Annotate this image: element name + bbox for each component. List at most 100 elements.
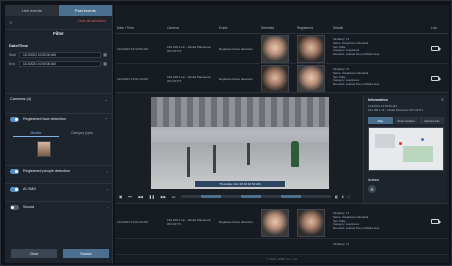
fast-forward-icon[interactable]: ▶▶ xyxy=(161,195,166,199)
col-detected[interactable]: Detected xyxy=(261,26,274,30)
col-camera[interactable]: Camera xyxy=(167,26,179,30)
row-details: Similarity: 71 xyxy=(333,242,350,246)
section-face-detection[interactable]: Registered face detection ⌃ xyxy=(5,113,113,124)
app-window: Live events Past events ✕ Clear all sele… xyxy=(0,0,452,266)
registered-face-thumbnail[interactable] xyxy=(37,141,51,157)
tab-live-events[interactable]: Live events xyxy=(5,5,59,16)
clear-all-link[interactable]: Clear all selections xyxy=(78,19,106,23)
section-label: Cameras (4) xyxy=(10,97,32,101)
section-cameras[interactable]: Cameras (4) ⌄ xyxy=(5,93,113,104)
snapshot-icon[interactable]: ▣ xyxy=(119,195,122,199)
live-camera-icon[interactable] xyxy=(431,46,441,51)
vmd-toggle[interactable] xyxy=(10,186,19,192)
section-label: Sound xyxy=(23,205,34,209)
camera-marker-icon[interactable] xyxy=(399,142,402,145)
chevron-up-icon: ⌃ xyxy=(104,116,108,122)
subtab-monitor[interactable]: Monitor xyxy=(13,129,59,137)
start-datetime-field[interactable]: 11/1/2021 10:00:00 AM xyxy=(19,51,101,58)
tab-camera-info[interactable]: Camera info xyxy=(419,117,445,124)
end-datetime-row: End 11/1/2021 10:00:00 AM ▦ xyxy=(9,60,109,67)
row-details: Similarity: 70 Name: Suspicious Individu… xyxy=(333,67,380,87)
live-camera-icon[interactable] xyxy=(431,76,441,81)
col-event[interactable]: Event xyxy=(219,26,227,30)
fullscreen-icon[interactable]: ⛶ xyxy=(347,195,349,199)
video-scene-post xyxy=(247,143,250,165)
row-details: Similarity: 73 Name: Suspicious Individu… xyxy=(333,37,380,57)
search-button[interactable]: Search xyxy=(63,249,109,258)
face-subtabs: Monitor Category types xyxy=(13,129,105,137)
video-scene-post xyxy=(187,147,190,177)
information-panel: Information ✕ 11/1/2021 10:00:52 AM 192.… xyxy=(363,95,447,203)
tab-past-events[interactable]: Past events xyxy=(58,5,112,16)
collapse-icon[interactable]: ✕ xyxy=(9,20,12,25)
row-event: Registered face detection xyxy=(219,47,254,51)
section-ai-vmd[interactable]: AI VMD › xyxy=(5,183,113,194)
row-details: Similarity: 73 Name: Suspicious Individu… xyxy=(333,211,380,231)
start-datetime-row: Start 11/1/2021 10:00:00 AM ▦ xyxy=(9,51,109,58)
info-details: 11/1/2021 10:00:52 AM 192.168.1.12 – Mod… xyxy=(368,104,424,112)
playback-extra-controls: ◧ ⬇ ⛶ xyxy=(335,193,365,201)
section-people-detection[interactable]: Registered people detection › xyxy=(5,165,113,176)
playback-video[interactable]: Thursday, Nov 18 10:10:52 AM xyxy=(151,97,329,189)
pause-icon[interactable]: ❚❚ xyxy=(149,195,155,199)
detected-face-image[interactable] xyxy=(261,209,289,237)
event-tabs: Live events Past events xyxy=(5,5,112,16)
table-row[interactable]: Similarity: 71 xyxy=(115,239,449,255)
registered-face-image[interactable] xyxy=(297,35,325,63)
row-camera: 192.168.1.12 – Model Panasonic WV-X2771 xyxy=(167,45,211,53)
chevron-down-icon: ⌄ xyxy=(104,96,108,102)
end-datetime-field[interactable]: 11/1/2021 10:00:00 AM xyxy=(19,60,101,67)
sound-toggle[interactable] xyxy=(10,204,19,210)
playback-timeline[interactable] xyxy=(181,195,331,198)
video-person xyxy=(291,141,299,167)
calendar-icon[interactable]: ▦ xyxy=(101,52,109,57)
table-row[interactable]: 11/1/2021 10:04:19 AM 192.168.1.12 – Mod… xyxy=(115,64,449,94)
map-room xyxy=(375,134,395,148)
people-toggle[interactable] xyxy=(10,168,19,174)
floor-map[interactable] xyxy=(368,127,444,171)
live-camera-icon[interactable] xyxy=(431,219,441,224)
camera-marker-icon[interactable] xyxy=(421,138,424,141)
row-camera: 192.168.1.12 – Model Panasonic WV-X2771 xyxy=(167,75,211,83)
close-icon[interactable]: ✕ xyxy=(441,97,444,102)
row-datetime: 11/1/2021 10:10:52 AM xyxy=(117,47,148,51)
gear-icon[interactable]: ⚙ xyxy=(368,185,376,193)
detected-face-image[interactable] xyxy=(261,65,289,93)
filter-panel: Live events Past events ✕ Clear all sele… xyxy=(5,5,113,263)
registered-face-image[interactable] xyxy=(297,65,325,93)
map-room xyxy=(403,146,433,162)
table-row[interactable]: 11/1/2021 10:10:52 AM 192.168.1.12 – Mod… xyxy=(115,34,449,64)
section-sound[interactable]: Sound › xyxy=(5,201,113,212)
skip-back-icon[interactable]: ⏮ xyxy=(128,195,131,199)
timeline-segment xyxy=(201,195,221,198)
playback-panel: Thursday, Nov 18 10:10:52 AM ▣ ⏮ ◀◀ ❚❚ ▶… xyxy=(115,92,449,204)
video-scene-ceiling xyxy=(151,97,329,127)
rewind-icon[interactable]: ◀◀ xyxy=(137,195,142,199)
tab-map[interactable]: Map xyxy=(368,117,393,124)
calendar-icon[interactable]: ▦ xyxy=(101,61,109,66)
datetime-title: Date/Time xyxy=(9,43,29,48)
clear-button[interactable]: Clear xyxy=(11,249,57,258)
section-label: Registered people detection xyxy=(23,169,71,173)
col-registered[interactable]: Registered xyxy=(297,26,313,30)
chevron-right-icon: › xyxy=(106,204,108,210)
skip-forward-icon[interactable]: ⏭ xyxy=(172,195,175,199)
row-datetime: 11/1/2021 10:01:23 AM xyxy=(117,220,148,224)
filter-header: ✕ Clear all selections xyxy=(5,16,112,30)
info-title: Information xyxy=(368,98,388,102)
section-label: AI VMD xyxy=(23,187,37,191)
subtab-category[interactable]: Category types xyxy=(59,129,105,137)
face-toggle[interactable] xyxy=(10,116,19,122)
tab-show-location[interactable]: Show location xyxy=(393,117,419,124)
section-label: Registered face detection xyxy=(23,117,67,121)
col-live[interactable]: Live xyxy=(431,26,437,30)
col-datetime[interactable]: Date / Time xyxy=(117,26,134,30)
download-icon[interactable]: ⬇ xyxy=(341,195,344,199)
chevron-right-icon: › xyxy=(106,186,108,192)
table-row[interactable]: 11/1/2021 10:01:23 AM 192.168.1.12 – Mod… xyxy=(115,207,449,239)
col-details[interactable]: Details xyxy=(333,26,343,30)
info-tabs: Map Show location Camera info xyxy=(368,117,445,124)
detected-face-image[interactable] xyxy=(261,35,289,63)
registered-face-image[interactable] xyxy=(297,209,325,237)
volume-icon[interactable]: ◧ xyxy=(335,195,338,199)
